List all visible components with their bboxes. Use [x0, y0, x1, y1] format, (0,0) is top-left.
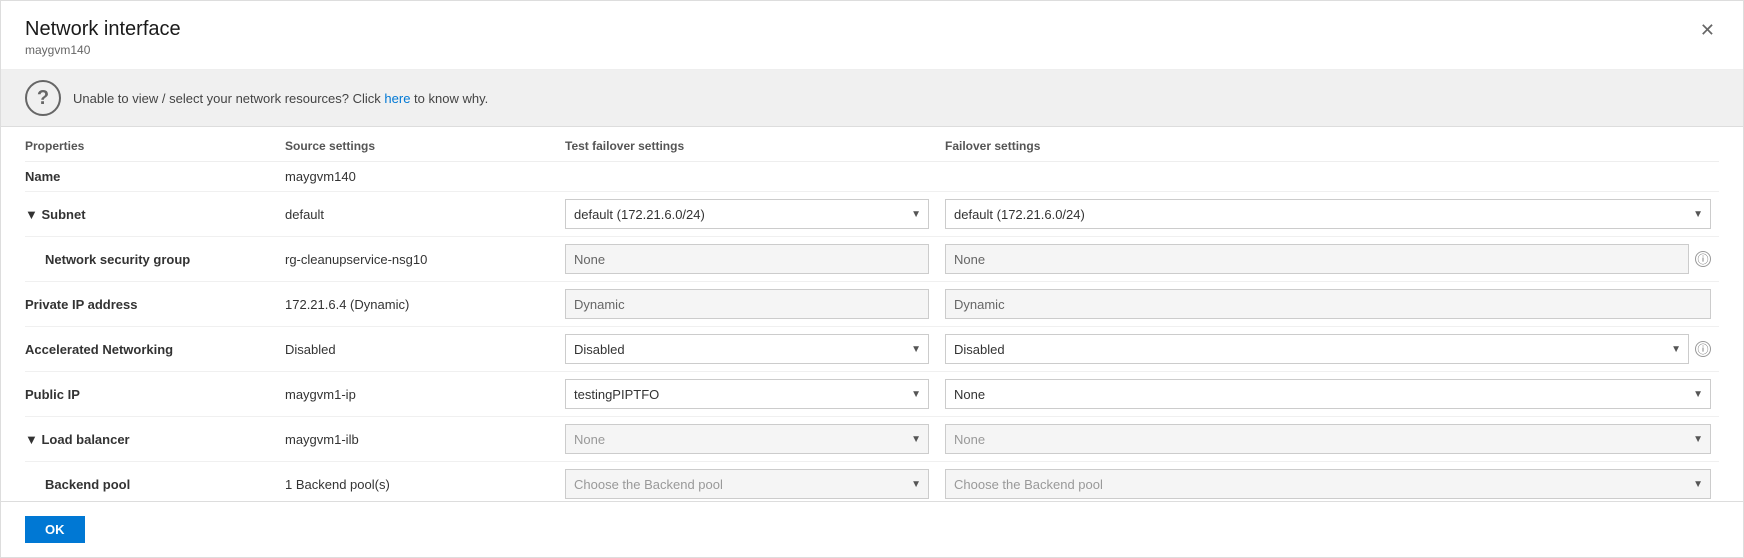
- failover-nsg[interactable]: ⓘ: [945, 237, 1719, 282]
- failover-private-ip[interactable]: [945, 282, 1719, 327]
- test-accel-net[interactable]: Disabled▼: [565, 327, 945, 372]
- source-backend-pool: 1 Backend pool(s): [285, 462, 565, 502]
- failover-accel-net[interactable]: Disabled▼ⓘ: [945, 327, 1719, 372]
- prop-name: Name: [25, 162, 285, 192]
- info-icon-sm[interactable]: ⓘ: [1695, 341, 1711, 357]
- col-test-failover: Test failover settings: [565, 127, 945, 162]
- info-icon-sm[interactable]: ⓘ: [1695, 251, 1711, 267]
- prop-accel-net: Accelerated Networking: [25, 327, 285, 372]
- panel-header: Network interface maygvm140 ✕: [1, 1, 1743, 70]
- failover-input-private-ip[interactable]: [945, 289, 1711, 319]
- question-icon: ?: [25, 80, 61, 116]
- test-public-ip[interactable]: testingPIPTFO▼: [565, 372, 945, 417]
- title-block: Network interface maygvm140: [25, 17, 181, 57]
- failover-select-public-ip[interactable]: None: [945, 379, 1711, 409]
- info-bar: ? Unable to view / select your network r…: [1, 70, 1743, 127]
- test-input-nsg: [565, 244, 929, 274]
- test-select-backend-pool[interactable]: Choose the Backend pool: [565, 469, 929, 499]
- test-name[interactable]: [565, 162, 945, 192]
- failover-select-load-balancer[interactable]: None: [945, 424, 1711, 454]
- failover-input-nsg: [945, 244, 1689, 274]
- failover-load-balancer[interactable]: None▼: [945, 417, 1719, 462]
- table-row: ▼ Load balancermaygvm1-ilbNone▼None▼: [25, 417, 1719, 462]
- test-select-accel-net[interactable]: Disabled: [565, 334, 929, 364]
- info-message: Unable to view / select your network res…: [73, 91, 488, 106]
- source-name: maygvm140: [285, 162, 565, 192]
- test-select-load-balancer[interactable]: None: [565, 424, 929, 454]
- info-prefix: Unable to view / select your network res…: [73, 91, 384, 106]
- failover-select-accel-net[interactable]: Disabled: [945, 334, 1689, 364]
- failover-select-backend-pool[interactable]: Choose the Backend pool: [945, 469, 1711, 499]
- source-public-ip: maygvm1-ip: [285, 372, 565, 417]
- table-header-row: Properties Source settings Test failover…: [25, 127, 1719, 162]
- test-private-ip[interactable]: [565, 282, 945, 327]
- table-container: Properties Source settings Test failover…: [1, 127, 1743, 501]
- table-row: Accelerated NetworkingDisabledDisabled▼D…: [25, 327, 1719, 372]
- settings-table: Properties Source settings Test failover…: [25, 127, 1719, 501]
- source-private-ip: 172.21.6.4 (Dynamic): [285, 282, 565, 327]
- table-row: Namemaygvm140: [25, 162, 1719, 192]
- test-subnet[interactable]: default (172.21.6.0/24)▼: [565, 192, 945, 237]
- test-select-public-ip[interactable]: testingPIPTFO: [565, 379, 929, 409]
- source-subnet: default: [285, 192, 565, 237]
- prop-public-ip: Public IP: [25, 372, 285, 417]
- test-input-private-ip[interactable]: [565, 289, 929, 319]
- source-nsg: rg-cleanupservice-nsg10: [285, 237, 565, 282]
- table-row: ▼ Subnetdefaultdefault (172.21.6.0/24)▼d…: [25, 192, 1719, 237]
- prop-subnet: ▼ Subnet: [25, 192, 285, 237]
- col-failover: Failover settings: [945, 127, 1719, 162]
- source-load-balancer: maygvm1-ilb: [285, 417, 565, 462]
- info-link[interactable]: here: [384, 91, 410, 106]
- col-properties: Properties: [25, 127, 285, 162]
- prop-load-balancer: ▼ Load balancer: [25, 417, 285, 462]
- table-row: Public IPmaygvm1-iptestingPIPTFO▼None▼: [25, 372, 1719, 417]
- panel-subtitle: maygvm140: [25, 43, 181, 57]
- network-interface-panel: Network interface maygvm140 ✕ ? Unable t…: [0, 0, 1744, 558]
- col-source: Source settings: [285, 127, 565, 162]
- failover-backend-pool[interactable]: Choose the Backend pool▼: [945, 462, 1719, 502]
- source-accel-net: Disabled: [285, 327, 565, 372]
- failover-subnet[interactable]: default (172.21.6.0/24)▼: [945, 192, 1719, 237]
- failover-select-subnet[interactable]: default (172.21.6.0/24): [945, 199, 1711, 229]
- table-row: Backend pool1 Backend pool(s)Choose the …: [25, 462, 1719, 502]
- table-row: Network security grouprg-cleanupservice-…: [25, 237, 1719, 282]
- failover-public-ip[interactable]: None▼: [945, 372, 1719, 417]
- panel-title: Network interface: [25, 17, 181, 41]
- test-load-balancer[interactable]: None▼: [565, 417, 945, 462]
- test-backend-pool[interactable]: Choose the Backend pool▼: [565, 462, 945, 502]
- prop-backend-pool: Backend pool: [25, 462, 285, 502]
- close-button[interactable]: ✕: [1696, 17, 1719, 43]
- prop-nsg: Network security group: [25, 237, 285, 282]
- table-row: Private IP address172.21.6.4 (Dynamic): [25, 282, 1719, 327]
- info-suffix: to know why.: [410, 91, 488, 106]
- failover-name[interactable]: [945, 162, 1719, 192]
- prop-private-ip: Private IP address: [25, 282, 285, 327]
- test-select-subnet[interactable]: default (172.21.6.0/24): [565, 199, 929, 229]
- ok-button[interactable]: OK: [25, 516, 85, 543]
- test-nsg[interactable]: [565, 237, 945, 282]
- panel-footer: OK: [1, 501, 1743, 557]
